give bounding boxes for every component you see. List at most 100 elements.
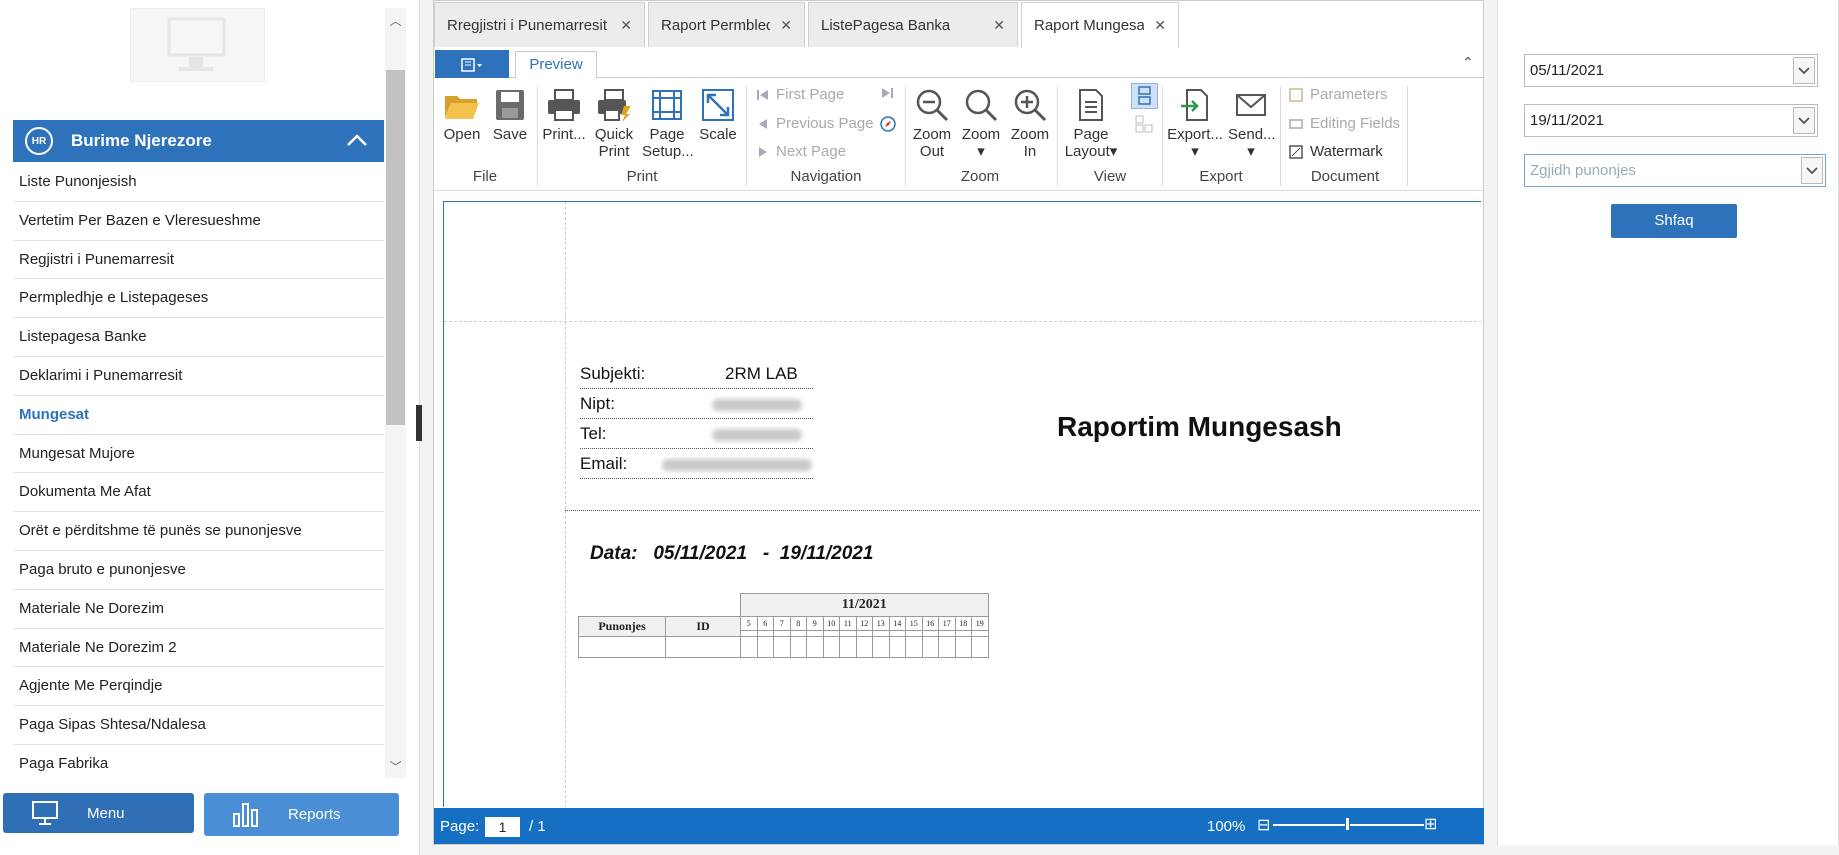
sidebar-item[interactable]: Materiale Ne Dorezim 2	[13, 629, 384, 668]
parameters-button[interactable]: Parameters	[1288, 86, 1388, 103]
ribbon-collapse-icon[interactable]: ⌃	[1462, 54, 1474, 71]
editing-fields-button[interactable]: Editing Fields	[1288, 115, 1400, 132]
day-column-header: 6	[756, 616, 774, 631]
ribbon-separator	[1280, 86, 1281, 186]
chevron-down-icon[interactable]	[1801, 157, 1823, 184]
table-cell	[756, 636, 774, 658]
open-button[interactable]: Open	[442, 88, 482, 143]
next-page-button[interactable]: Next Page	[756, 143, 846, 160]
zoom-slider-thumb[interactable]	[1345, 817, 1350, 831]
dropdown-arrow-icon: ▾	[1247, 143, 1255, 160]
zoom-in-button[interactable]: Zoom In	[1008, 88, 1052, 160]
group-label-view: View	[1093, 168, 1127, 185]
zoom-minus-icon[interactable]: ⊟	[1257, 815, 1270, 835]
group-header-burime-njerezore[interactable]: HR Burime Njerezore	[13, 120, 384, 162]
show-button[interactable]: Shfaq	[1611, 204, 1737, 238]
dropdown-arrow-icon: ▾	[977, 143, 985, 160]
left-splitter-handle[interactable]	[416, 405, 422, 441]
dropdown-arrow-icon: ▾	[1109, 143, 1118, 160]
watermark-button[interactable]: Watermark	[1288, 143, 1383, 160]
day-column-header: 13	[872, 616, 890, 631]
page-number-input[interactable]: 1	[485, 817, 520, 837]
monitor-icon	[32, 801, 58, 825]
day-column-header: 9	[806, 616, 824, 631]
watermark-icon	[1289, 144, 1303, 159]
zoom-plus-icon[interactable]: ⊞	[1424, 814, 1437, 834]
page-layout-button[interactable]: Page Layout▾	[1062, 88, 1120, 160]
sidebar-item[interactable]: Permpledhje e Listepageses	[13, 279, 384, 319]
sidebar-item[interactable]: Agjente Me Perqindje	[13, 667, 384, 707]
group-label-export: Export	[1199, 168, 1243, 185]
close-icon[interactable]: ✕	[983, 17, 1005, 34]
sidebar-item[interactable]: Deklarimi i Punemarresit	[13, 357, 384, 396]
tab-raport-mungesat[interactable]: Raport Mungesat ✕	[1021, 2, 1179, 48]
scroll-up-icon[interactable]: ︿	[386, 12, 405, 30]
sidebar-item[interactable]: Mungesat	[13, 396, 384, 435]
bar-chart-icon	[233, 802, 258, 827]
close-icon[interactable]: ✕	[610, 17, 632, 34]
table-row	[578, 636, 989, 658]
zoom-out-button[interactable]: Zoom Out	[910, 88, 954, 160]
chevron-down-icon[interactable]	[1793, 107, 1815, 134]
tab-listepagesa-banka[interactable]: ListePagesa Banka ✕	[808, 2, 1018, 47]
sidebar-item[interactable]: Materiale Ne Dorezim	[13, 590, 384, 629]
sidebar-item[interactable]: Listepagesa Banke	[13, 318, 384, 357]
sidebar-item[interactable]: Vertetim Per Bazen e Vleresueshme	[13, 202, 384, 241]
table-cell	[789, 636, 807, 658]
ribbon-tab-preview[interactable]: Preview	[515, 51, 597, 79]
send-button[interactable]: Send... ▾	[1228, 88, 1276, 160]
zoom-out-icon	[916, 89, 949, 122]
scale-arrows-icon	[702, 89, 734, 121]
previous-page-icon	[759, 118, 767, 129]
table-cell	[740, 636, 758, 658]
single-page-view-icon[interactable]	[1131, 83, 1158, 109]
previous-page-button[interactable]: Previous Page	[756, 115, 874, 132]
employee-select[interactable]: Zgjidh punonjes	[1524, 154, 1826, 187]
multi-page-view-icon[interactable]	[1133, 113, 1155, 140]
day-column-header: 18	[954, 616, 972, 631]
next-page-icon	[759, 146, 767, 157]
group-label-zoom: Zoom	[960, 168, 1000, 185]
sidebar-item[interactable]: Dokumenta Me Afat	[13, 473, 384, 513]
sidebar-item[interactable]: Orët e përditshme të punës se punonjesve	[13, 512, 384, 551]
reports-button[interactable]: Reports	[204, 793, 399, 836]
close-icon[interactable]: ✕	[770, 17, 792, 34]
sidebar-item[interactable]: Paga Fabrika	[13, 745, 384, 775]
menu-button[interactable]: Menu	[3, 793, 194, 833]
application-menu-button[interactable]	[435, 50, 509, 78]
page-setup-button[interactable]: Page Setup...	[642, 88, 694, 160]
chevron-up-icon[interactable]	[344, 128, 370, 154]
table-cell	[888, 636, 906, 658]
zoom-button[interactable]: Zoom ▾	[959, 88, 1003, 160]
page-margin-line	[565, 202, 566, 807]
print-button[interactable]: Print...	[542, 88, 586, 143]
tab-raport-permbledhje[interactable]: Raport Permbledhje✕	[648, 2, 805, 47]
sidebar-item[interactable]: Paga Sipas Shtesa/Ndalesa	[13, 706, 384, 745]
editing-fields-icon	[1289, 118, 1303, 129]
date-from-picker[interactable]: 05/11/2021	[1524, 54, 1818, 87]
dropdown-arrow-icon: ▾	[1191, 143, 1199, 160]
chevron-down-icon[interactable]	[1793, 57, 1815, 84]
sidebar-item[interactable]: Paga bruto e punonjesve	[13, 551, 384, 590]
date-to-picker[interactable]: 19/11/2021	[1524, 104, 1818, 137]
sidebar-item[interactable]: Mungesat Mujore	[13, 435, 384, 474]
table-cell	[971, 636, 989, 658]
last-page-icon[interactable]	[880, 86, 894, 105]
ribbon-separator	[1057, 86, 1058, 186]
scroll-down-icon[interactable]: ﹀	[386, 758, 405, 776]
sidebar-scroll-thumb[interactable]	[386, 70, 405, 425]
save-button[interactable]: Save	[492, 88, 528, 143]
compass-icon[interactable]	[879, 115, 897, 138]
table-cell	[578, 636, 666, 658]
table-cell	[921, 636, 939, 658]
day-column-header: 5	[740, 616, 758, 631]
menu-button-label: Menu	[87, 804, 125, 822]
export-button[interactable]: Export... ▾	[1166, 88, 1224, 160]
scale-button[interactable]: Scale	[698, 88, 738, 143]
sidebar-item[interactable]: Liste Punonjesish	[13, 163, 384, 202]
first-page-button[interactable]: First Page	[756, 86, 844, 103]
quick-print-button[interactable]: Quick Print	[592, 88, 636, 160]
sidebar-item[interactable]: Regjistri i Punemarresit	[13, 241, 384, 280]
close-icon[interactable]: ✕	[1144, 17, 1166, 34]
tab-rregjistri[interactable]: Rregjistri i Punemarresit ✕	[434, 2, 645, 47]
